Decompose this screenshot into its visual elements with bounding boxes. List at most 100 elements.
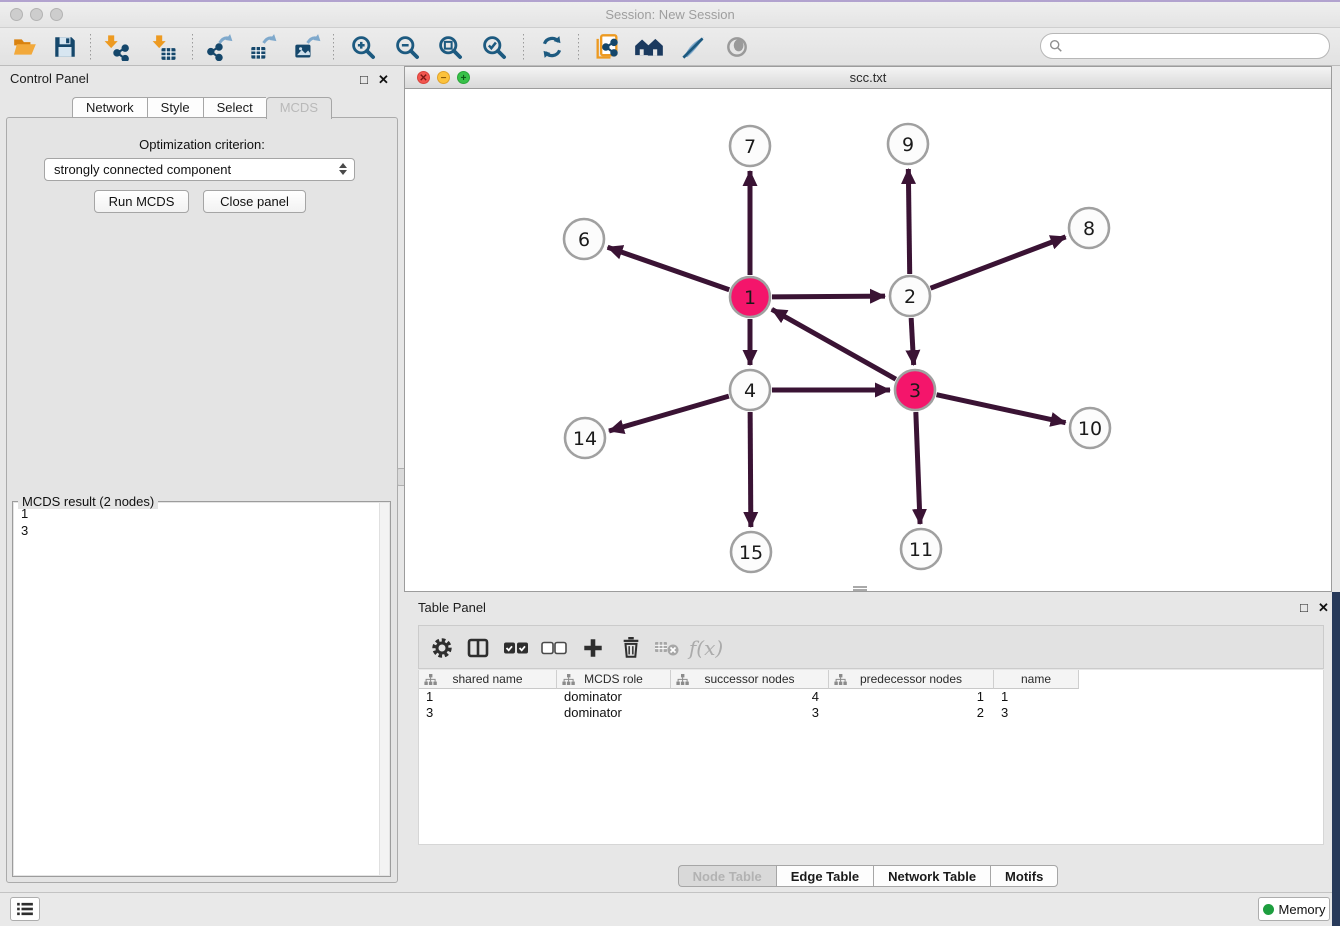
paint-style-icon[interactable]: [676, 31, 710, 63]
cell-shared-name[interactable]: 3: [419, 705, 557, 721]
clone-network-icon[interactable]: [590, 31, 624, 63]
import-table-icon[interactable]: [148, 31, 182, 63]
save-session-icon[interactable]: [48, 31, 82, 63]
close-panel-button[interactable]: Close panel: [203, 190, 306, 213]
desktop-background: [1332, 592, 1340, 926]
cell-MCDS-role[interactable]: dominator: [557, 689, 671, 705]
cell-name[interactable]: 1: [994, 689, 1079, 705]
open-file-icon[interactable]: [8, 31, 42, 63]
window-close-button[interactable]: [10, 8, 23, 21]
window-minimize-button[interactable]: [30, 8, 43, 21]
network-resize-grip[interactable]: [853, 586, 867, 591]
table-row[interactable]: 3dominator323: [419, 705, 1323, 721]
toolbar-divider: [523, 34, 524, 60]
column-header-predecessor-nodes[interactable]: predecessor nodes: [829, 670, 994, 689]
column-label: name: [1021, 672, 1051, 686]
node-label-4: 4: [744, 380, 756, 402]
control-panel-float-icon[interactable]: □: [360, 72, 368, 87]
memory-button[interactable]: Memory: [1258, 897, 1330, 921]
network-window-titlebar[interactable]: ✕ − + scc.txt: [405, 67, 1331, 89]
network-window-title: scc.txt: [405, 67, 1331, 88]
run-mcds-button[interactable]: Run MCDS: [94, 190, 189, 213]
shared-column-icon: [834, 674, 847, 689]
tab-mcds[interactable]: MCDS: [266, 97, 332, 119]
column-header-MCDS-role[interactable]: MCDS role: [557, 670, 671, 689]
first-neighbors-icon[interactable]: [632, 31, 666, 63]
cell-shared-name[interactable]: 1: [419, 689, 557, 705]
cell-name[interactable]: 3: [994, 705, 1079, 721]
network-minimize-icon[interactable]: −: [437, 71, 450, 84]
network-canvas[interactable]: 7968124314101511: [405, 88, 1332, 591]
delete-table-icon[interactable]: [652, 634, 682, 662]
add-row-icon[interactable]: [578, 634, 608, 662]
export-network-icon[interactable]: [202, 31, 236, 63]
edge-1-2[interactable]: [772, 296, 885, 297]
edge-1-6[interactable]: [608, 247, 730, 289]
show-hide-icon[interactable]: [720, 31, 754, 63]
tab-node-table[interactable]: Node Table: [678, 865, 776, 887]
zoom-in-icon[interactable]: [346, 31, 380, 63]
edge-3-10[interactable]: [936, 395, 1065, 423]
criterion-value: strongly connected component: [54, 162, 231, 177]
memory-status-icon: [1263, 904, 1274, 915]
apply-layout-icon[interactable]: [535, 31, 569, 63]
cell-successor-nodes[interactable]: 4: [671, 689, 829, 705]
column-label: shared name: [452, 672, 522, 686]
edge-2-9[interactable]: [908, 169, 909, 274]
tab-edge-table[interactable]: Edge Table: [776, 865, 873, 887]
cell-MCDS-role[interactable]: dominator: [557, 705, 671, 721]
table-panel-float-icon[interactable]: □: [1300, 600, 1308, 615]
export-table-icon[interactable]: [246, 31, 280, 63]
edge-2-3[interactable]: [911, 318, 914, 365]
edge-3-11[interactable]: [916, 412, 920, 524]
search-icon: [1049, 39, 1063, 53]
cell-successor-nodes[interactable]: 3: [671, 705, 829, 721]
export-image-icon[interactable]: [290, 31, 324, 63]
shared-column-icon: [562, 674, 575, 689]
settings-icon[interactable]: [427, 634, 457, 662]
column-header-successor-nodes[interactable]: successor nodes: [671, 670, 829, 689]
table-row[interactable]: 1dominator411: [419, 689, 1323, 705]
table-panel-title: Table Panel: [418, 600, 486, 615]
tab-style[interactable]: Style: [147, 97, 203, 118]
toolbar-divider: [333, 34, 334, 60]
mcds-result-text[interactable]: 1 3: [14, 503, 389, 875]
search-box[interactable]: [1040, 33, 1330, 59]
search-input[interactable]: [1068, 39, 1329, 54]
criterion-select[interactable]: strongly connected component: [44, 158, 355, 181]
zoom-out-icon[interactable]: [390, 31, 424, 63]
cell-predecessor-nodes[interactable]: 2: [829, 705, 994, 721]
network-zoom-icon[interactable]: +: [457, 71, 470, 84]
network-close-icon[interactable]: ✕: [417, 71, 430, 84]
tab-select[interactable]: Select: [203, 97, 266, 118]
cell-predecessor-nodes[interactable]: 1: [829, 689, 994, 705]
mcds-result-scrollbar[interactable]: [379, 503, 389, 875]
edge-4-15[interactable]: [750, 412, 751, 527]
edge-2-8[interactable]: [931, 237, 1066, 288]
toolbar-divider: [192, 34, 193, 60]
tab-network[interactable]: Network: [72, 97, 147, 118]
task-history-button[interactable]: [10, 897, 40, 921]
columns-icon[interactable]: [463, 634, 493, 662]
tab-network-table[interactable]: Network Table: [873, 865, 990, 887]
function-builder-icon[interactable]: f(x): [691, 634, 721, 662]
select-all-icon[interactable]: [501, 634, 531, 662]
tab-motifs[interactable]: Motifs: [990, 865, 1058, 887]
edge-3-1[interactable]: [772, 309, 896, 379]
select-stepper-icon: [339, 163, 347, 175]
column-label: successor nodes: [704, 672, 794, 686]
table-panel-close-icon[interactable]: ✕: [1318, 600, 1329, 616]
zoom-selected-icon[interactable]: [477, 31, 511, 63]
edge-4-14[interactable]: [609, 396, 729, 431]
delete-row-icon[interactable]: [616, 634, 646, 662]
zoom-fit-icon[interactable]: [433, 31, 467, 63]
column-header-shared-name[interactable]: shared name: [419, 670, 557, 689]
window-zoom-button[interactable]: [50, 8, 63, 21]
control-panel-close-icon[interactable]: ✕: [378, 72, 389, 88]
import-network-icon[interactable]: [100, 31, 134, 63]
node-label-15: 15: [739, 542, 763, 564]
optimization-criterion-label: Optimization criterion:: [0, 137, 404, 152]
node-label-9: 9: [902, 134, 914, 156]
deselect-all-icon[interactable]: [539, 634, 569, 662]
column-header-name[interactable]: name: [994, 670, 1079, 689]
